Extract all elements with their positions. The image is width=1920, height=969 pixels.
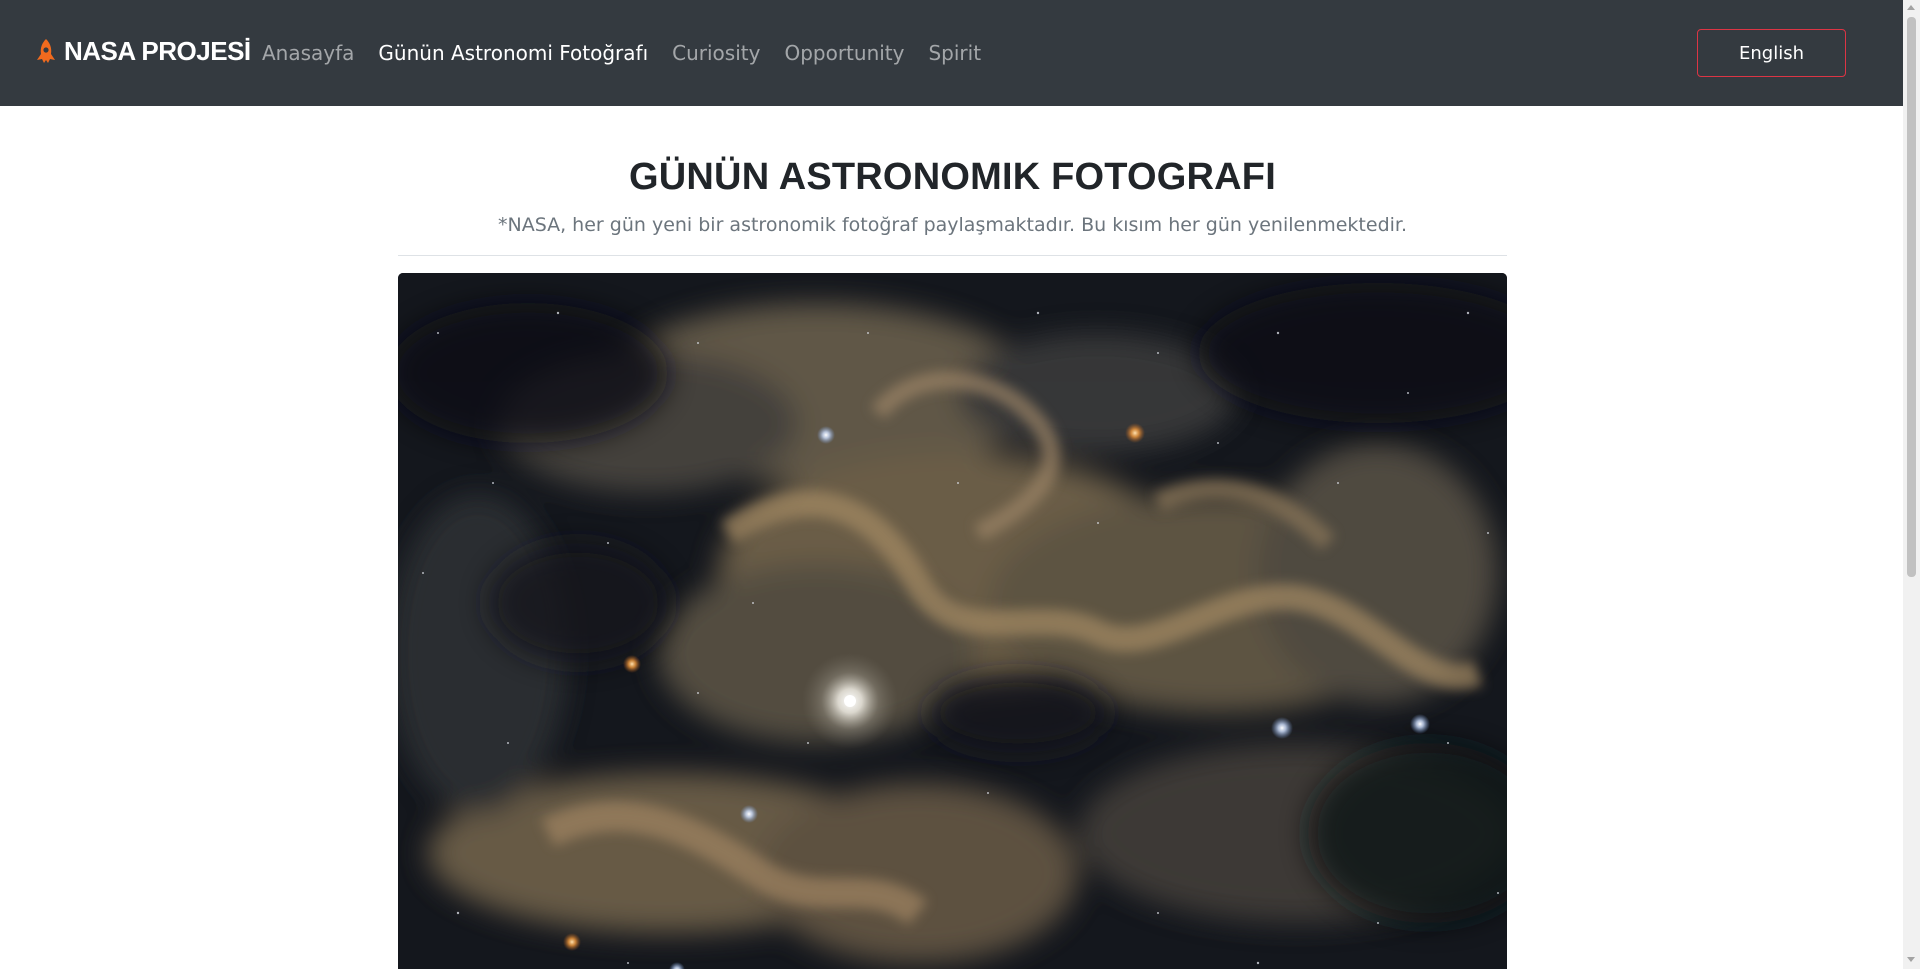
nav-link-anasayfa[interactable]: Anasayfa	[262, 41, 354, 65]
nav-link-opportunity[interactable]: Opportunity	[784, 41, 904, 65]
page-scrollbar[interactable]	[1903, 0, 1920, 969]
astronomy-photo-graphic	[398, 273, 1507, 969]
language-button[interactable]: English	[1697, 29, 1846, 77]
nav-link-spirit[interactable]: Spirit	[928, 41, 981, 65]
brand-link[interactable]: NASA PROJESİ	[34, 36, 251, 67]
scroll-up-arrow-icon[interactable]	[1907, 5, 1915, 10]
nav-links: Anasayfa Günün Astronomi Fotoğrafı Curio…	[262, 0, 1005, 106]
scrollbar-thumb[interactable]	[1907, 17, 1916, 577]
top-navbar: NASA PROJESİ Anasayfa Günün Astronomi Fo…	[0, 0, 1903, 106]
scroll-down-arrow-icon[interactable]	[1907, 957, 1915, 962]
brand-label: NASA PROJESİ	[64, 36, 251, 66]
page: NASA PROJESİ Anasayfa Günün Astronomi Fo…	[0, 0, 1920, 969]
main-content: GÜNÜN ASTRONOMIK FOTOGRAFI *NASA, her gü…	[398, 106, 1507, 969]
nav-link-apod[interactable]: Günün Astronomi Fotoğrafı	[378, 41, 648, 65]
page-title: GÜNÜN ASTRONOMIK FOTOGRAFI	[629, 156, 1276, 198]
rocket-icon	[34, 38, 58, 66]
page-subtitle: *NASA, her gün yeni bir astronomik fotoğ…	[497, 214, 1408, 236]
divider	[398, 255, 1507, 256]
nav-link-curiosity[interactable]: Curiosity	[672, 41, 760, 65]
astronomy-photo	[398, 273, 1507, 969]
